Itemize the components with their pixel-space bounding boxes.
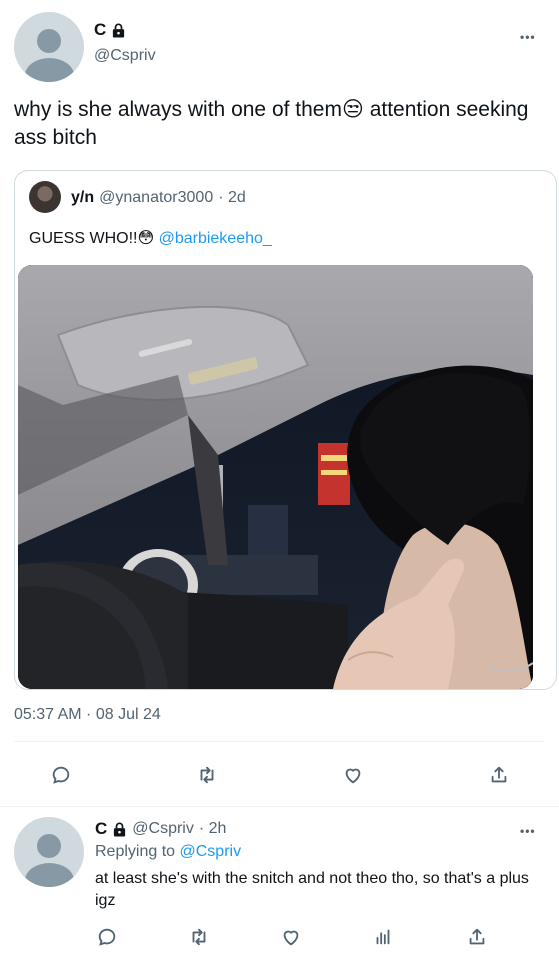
quote-name-row: y/n @ynanator3000 · 2d bbox=[71, 189, 246, 207]
quote-mention-link[interactable]: @barbiekeeho_ bbox=[159, 230, 272, 247]
quote-time: · 2d bbox=[218, 189, 246, 206]
divider-bottom-actions bbox=[0, 806, 559, 807]
car-interior-photo bbox=[18, 265, 533, 689]
reply-handle[interactable]: @Cspriv bbox=[132, 820, 194, 838]
quote-text-body: GUESS WHO!!😳 bbox=[29, 230, 159, 247]
quote-display-name: y/n bbox=[71, 189, 95, 206]
reply-name-row: C @Cspriv · 2h bbox=[95, 819, 226, 839]
lock-icon bbox=[112, 822, 127, 837]
reply-avatar[interactable] bbox=[14, 817, 84, 887]
replying-to-link[interactable]: @Cspriv bbox=[180, 843, 242, 860]
quote-avatar[interactable] bbox=[29, 181, 61, 213]
share-icon[interactable] bbox=[486, 762, 512, 788]
retweet-icon[interactable] bbox=[186, 924, 212, 950]
reply-icon[interactable] bbox=[48, 762, 74, 788]
quote-photo[interactable] bbox=[18, 265, 533, 689]
heart-icon[interactable] bbox=[340, 762, 366, 788]
reply-tweet-text: at least she's with the snitch and not t… bbox=[95, 870, 529, 909]
reply-time: · 2h bbox=[198, 820, 227, 837]
replying-to-label: Replying to bbox=[95, 843, 180, 860]
main-action-bar bbox=[0, 762, 559, 788]
divider-top-actions bbox=[14, 741, 545, 742]
quote-text: GUESS WHO!!😳 @barbiekeeho_ bbox=[29, 228, 272, 248]
main-avatar[interactable] bbox=[14, 12, 84, 82]
share-icon[interactable] bbox=[464, 924, 490, 950]
lock-icon bbox=[111, 23, 126, 38]
avatar-placeholder-body bbox=[24, 58, 74, 82]
reply-action-bar bbox=[0, 924, 559, 950]
more-options-icon[interactable]: ••• bbox=[520, 31, 536, 43]
main-name-row: C bbox=[94, 20, 126, 40]
avatar-placeholder-head bbox=[37, 833, 61, 858]
views-icon[interactable] bbox=[370, 924, 396, 950]
avatar-placeholder-head bbox=[37, 28, 61, 53]
avatar-placeholder-body bbox=[24, 863, 74, 887]
main-display-name[interactable]: C bbox=[94, 20, 106, 40]
reply-icon[interactable] bbox=[94, 924, 120, 950]
reply-more-options-icon[interactable]: ••• bbox=[520, 825, 536, 837]
quote-handle: @ynanator3000 bbox=[99, 189, 214, 206]
main-handle[interactable]: @Cspriv bbox=[94, 47, 156, 65]
main-tweet-text: why is she always with one of them😒 atte… bbox=[14, 98, 529, 149]
reply-display-name[interactable]: C bbox=[95, 819, 107, 839]
heart-icon[interactable] bbox=[278, 924, 304, 950]
retweet-icon[interactable] bbox=[194, 762, 220, 788]
quote-tweet-card[interactable]: y/n @ynanator3000 · 2d GUESS WHO!!😳 @bar… bbox=[14, 170, 557, 690]
tweet-timestamp: 05:37 AM · 08 Jul 24 bbox=[14, 706, 161, 723]
replying-to-line: Replying to @Cspriv bbox=[95, 843, 241, 861]
